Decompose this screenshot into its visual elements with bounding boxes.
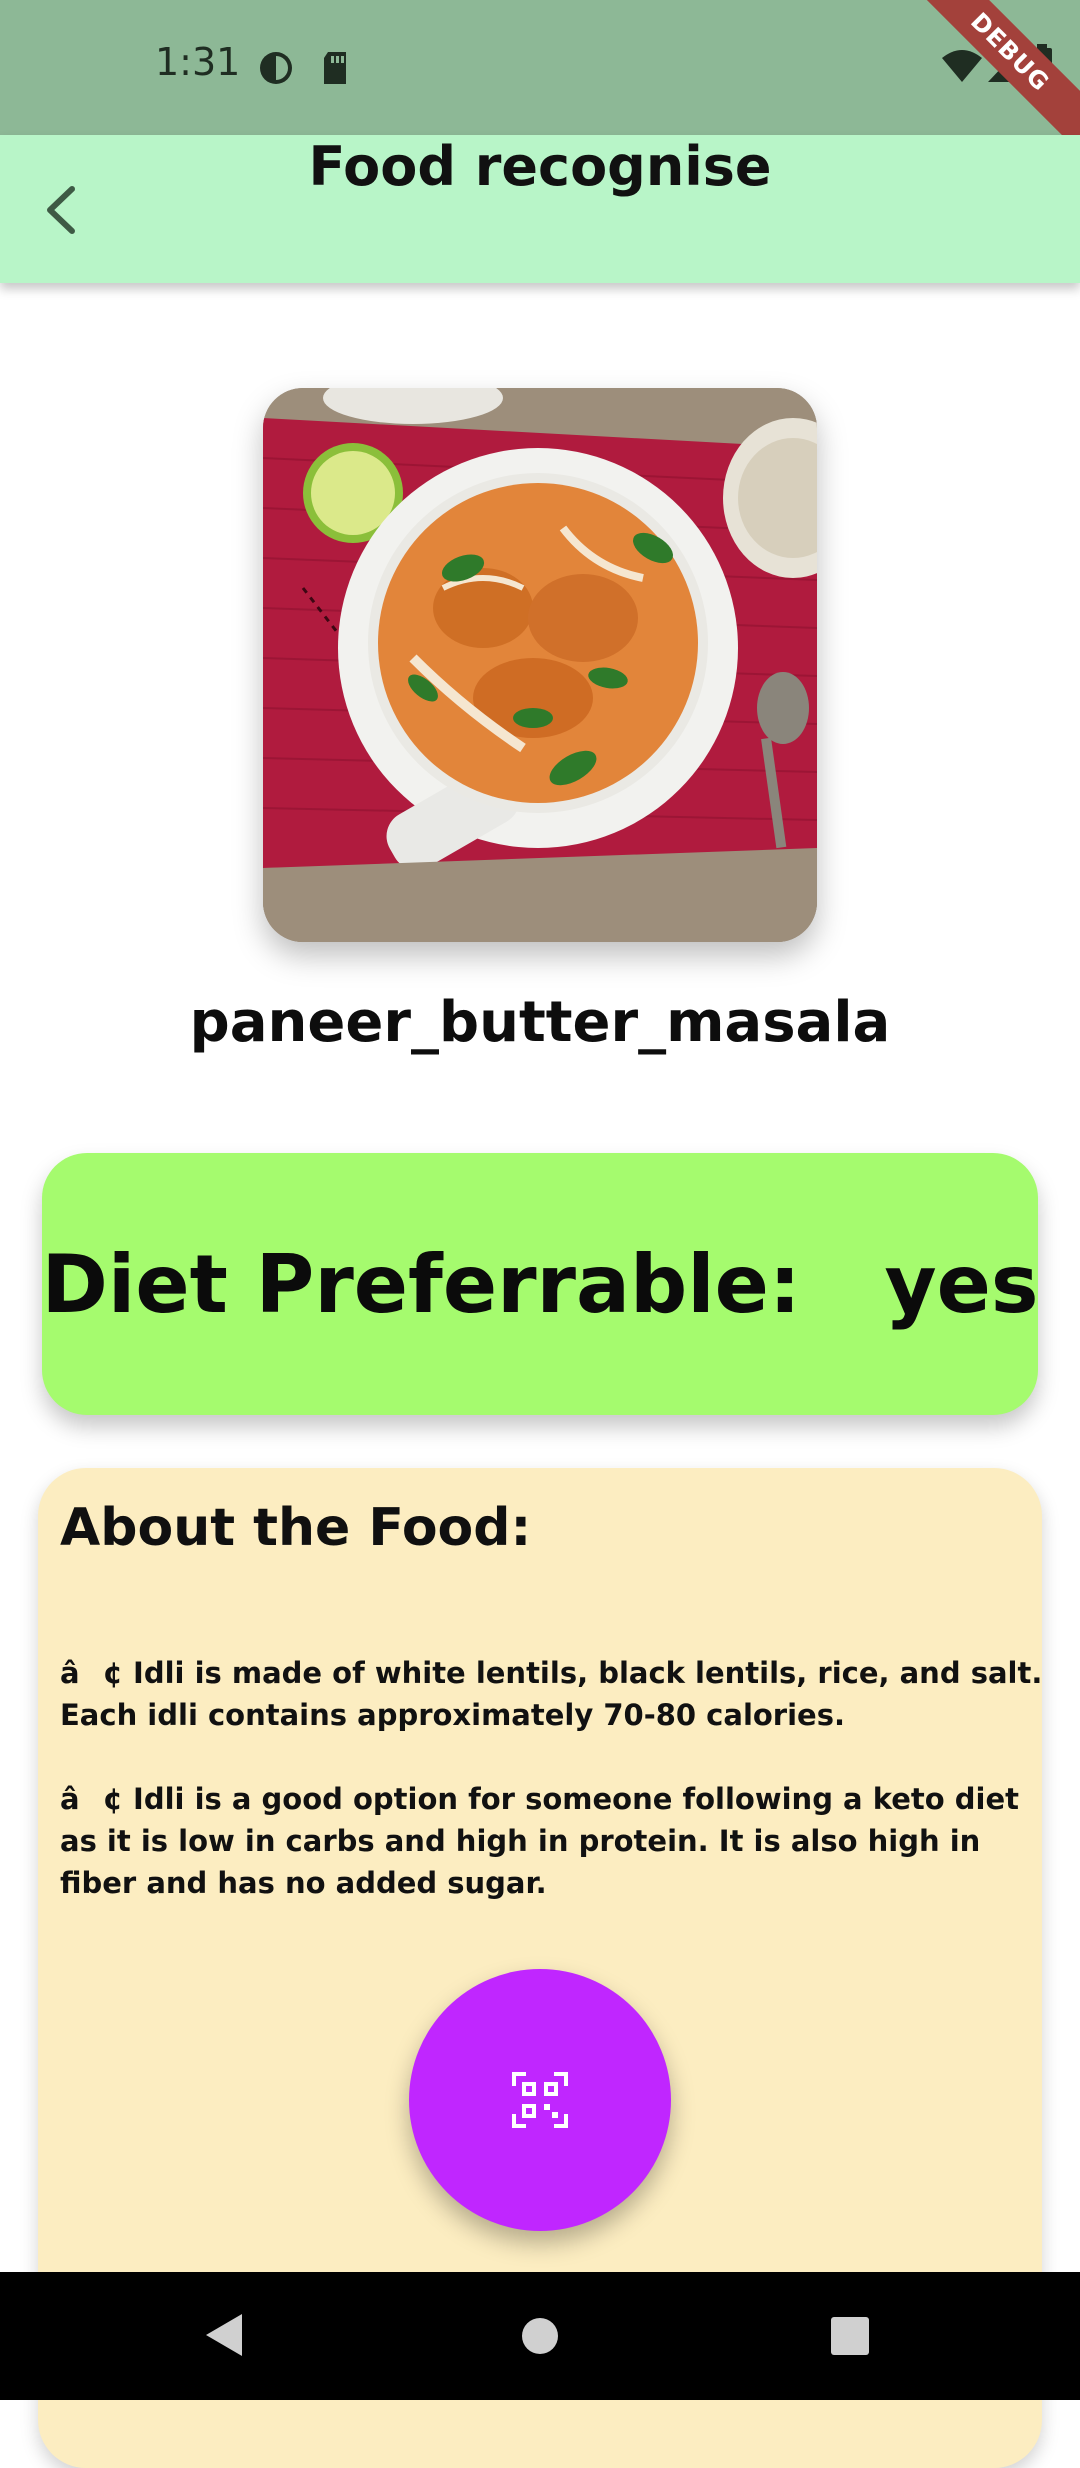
food-name: paneer_butter_masala — [189, 990, 891, 1055]
sd-card-icon — [324, 52, 346, 84]
page-title: Food recognise — [308, 135, 772, 198]
diet-card: Diet Preferrable: yes — [41, 1153, 1039, 1415]
scan-button[interactable] — [409, 1969, 671, 2231]
back-triangle-icon[interactable] — [204, 2312, 244, 2358]
status-time: 1:31 — [155, 40, 241, 84]
diet-preferrable-label: Diet Preferrable: yes — [41, 1237, 1039, 1331]
status-bar: 1:31 DEBUG — [0, 0, 1080, 167]
system-nav-bar — [0, 2272, 1080, 2400]
data-saver-icon — [260, 52, 292, 84]
about-paragraph-1: â¢ Idli is made of white lentils, black… — [60, 1656, 1043, 1732]
home-circle-icon[interactable] — [520, 2316, 560, 2356]
app-bar: Food recognise — [0, 135, 1080, 283]
about-title: About the Food: — [60, 1498, 532, 1558]
food-photo — [263, 388, 817, 942]
wifi-icon — [942, 50, 982, 82]
recents-square-icon[interactable] — [830, 2316, 870, 2356]
about-paragraph-2: â¢ Idli is a good option for someone fo… — [60, 1782, 1020, 1900]
qr-scan-icon — [512, 2072, 568, 2128]
chevron-left-icon — [47, 186, 75, 234]
back-button[interactable] — [30, 175, 100, 245]
